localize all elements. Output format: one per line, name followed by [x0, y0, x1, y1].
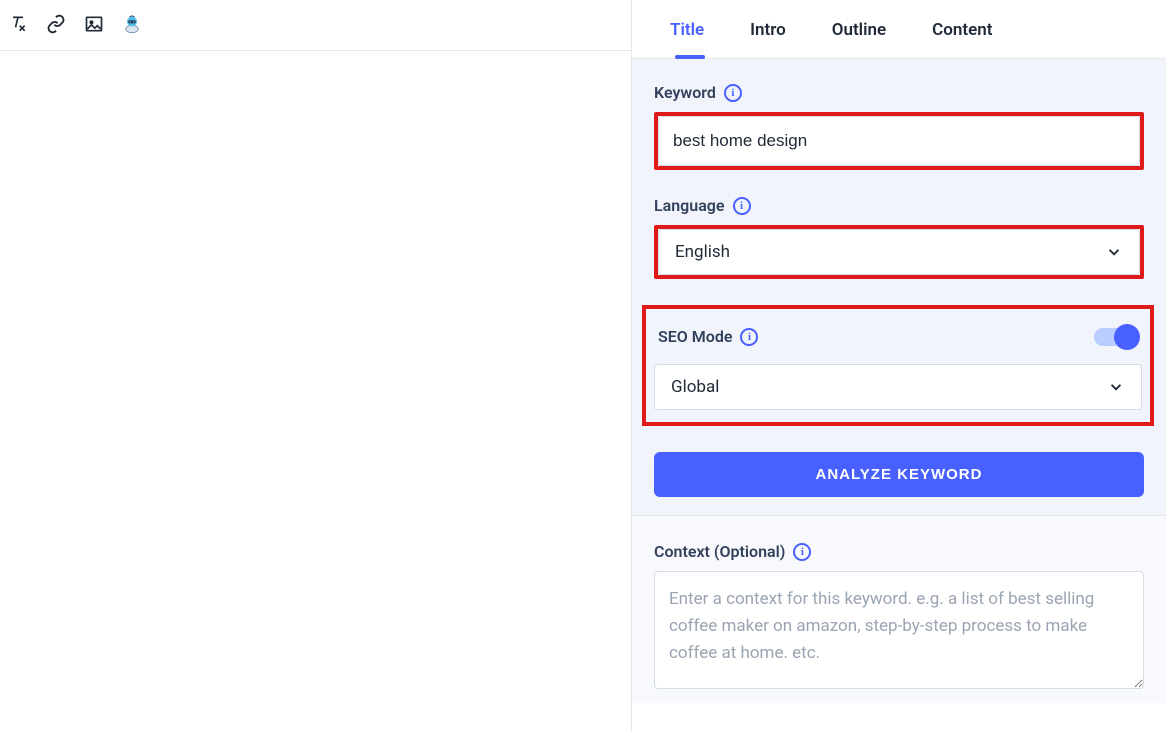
keyword-label: Keyword [654, 83, 716, 102]
editor-toolbar [0, 0, 631, 51]
info-icon[interactable]: i [733, 197, 751, 215]
seo-annotation: SEO Mode i Global [642, 305, 1154, 426]
keyword-group: Keyword i [654, 83, 1144, 170]
editor-pane [0, 0, 632, 732]
link-icon[interactable] [46, 14, 66, 34]
language-label-row: Language i [654, 196, 1144, 215]
language-select[interactable]: English [658, 229, 1140, 275]
tab-title[interactable]: Title [670, 20, 704, 58]
seo-region-select[interactable]: Global [654, 364, 1142, 410]
keyword-label-row: Keyword i [654, 83, 1144, 102]
seo-label-row: SEO Mode i [658, 327, 758, 346]
tab-intro[interactable]: Intro [750, 20, 786, 58]
chevron-down-icon [1107, 378, 1125, 396]
context-label-row: Context (Optional) i [654, 542, 1144, 561]
chevron-down-icon [1105, 243, 1123, 261]
seo-header: SEO Mode i [654, 327, 1142, 346]
keyword-input[interactable] [658, 116, 1140, 166]
info-icon[interactable]: i [793, 543, 811, 561]
language-label: Language [654, 196, 725, 215]
context-label: Context (Optional) [654, 542, 785, 561]
language-group: Language i English [654, 196, 1144, 279]
image-icon[interactable] [84, 14, 104, 34]
robot-icon[interactable] [122, 14, 142, 34]
toggle-knob [1114, 324, 1140, 350]
context-section: Context (Optional) i [632, 515, 1166, 703]
title-panel: Keyword i Language i English SE [632, 59, 1166, 515]
tab-content[interactable]: Content [932, 20, 992, 58]
tab-bar: Title Intro Outline Content [632, 0, 1166, 59]
language-value: English [675, 242, 730, 262]
context-textarea[interactable] [654, 571, 1144, 689]
info-icon[interactable]: i [740, 328, 758, 346]
seo-label: SEO Mode [658, 327, 732, 346]
analyze-keyword-button[interactable]: ANALYZE KEYWORD [654, 452, 1144, 497]
seo-toggle[interactable] [1094, 328, 1138, 346]
tab-outline[interactable]: Outline [832, 20, 886, 58]
clear-format-icon[interactable] [8, 14, 28, 34]
info-icon[interactable]: i [724, 84, 742, 102]
keyword-annotation [654, 112, 1144, 170]
settings-pane: Title Intro Outline Content Keyword i La… [632, 0, 1166, 732]
language-annotation: English [654, 225, 1144, 279]
seo-region-value: Global [671, 377, 719, 397]
